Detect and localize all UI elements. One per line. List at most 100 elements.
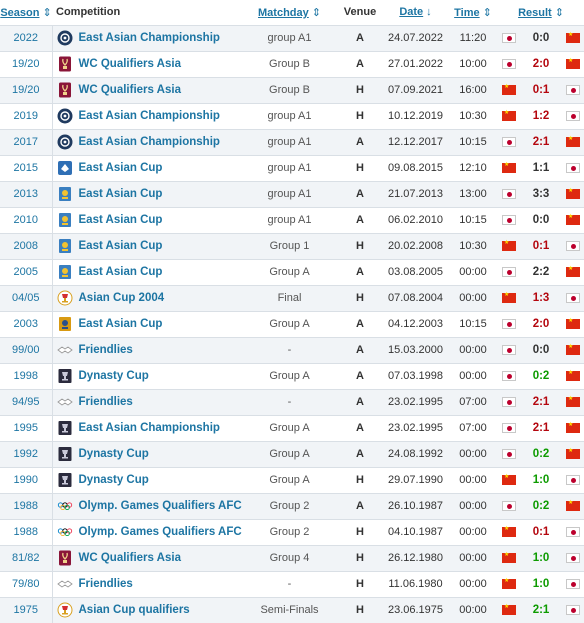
competition-link[interactable]: East Asian Championship <box>79 110 220 122</box>
match-result-link[interactable]: 1:3 <box>516 292 566 304</box>
competition-link[interactable]: Olymp. Games Qualifiers AFC <box>79 500 242 512</box>
competition-link[interactable]: East Asian Cup <box>79 188 163 200</box>
season-link[interactable]: 2005 <box>0 259 53 285</box>
season-link[interactable]: 1995 <box>0 415 53 441</box>
season-link[interactable]: 2015 <box>0 155 53 181</box>
competition-link[interactable]: WC Qualifiers Asia <box>79 84 181 96</box>
season-link[interactable]: 99/00 <box>0 337 53 363</box>
season-link[interactable]: 94/95 <box>0 389 53 415</box>
table-row[interactable]: 2005 East Asian Cup Group A A 03.08.2005 00:0… <box>0 259 584 285</box>
competition-link[interactable]: East Asian Cup <box>79 240 163 252</box>
table-row[interactable]: 2008 East Asian Cup Group 1 H 20.02.2008 10:3… <box>0 233 584 259</box>
match-result-link[interactable]: 0:0 <box>516 32 566 44</box>
venue-cell: A <box>356 214 364 226</box>
competition-link[interactable]: Friendlies <box>79 396 133 408</box>
match-result-link[interactable]: 0:1 <box>516 526 566 538</box>
season-link[interactable]: 2019 <box>0 103 53 129</box>
match-result-link[interactable]: 0:0 <box>516 344 566 356</box>
season-link[interactable]: 1998 <box>0 363 53 389</box>
match-result-link[interactable]: 0:2 <box>516 370 566 382</box>
table-row[interactable]: 2013 East Asian Cup group A1 A 21.07.2013 13:… <box>0 181 584 207</box>
result-column-header[interactable]: Result ⇕ <box>498 0 584 25</box>
competition-link[interactable]: Asian Cup 2004 <box>79 292 165 304</box>
competition-link[interactable]: East Asian Cup <box>79 214 163 226</box>
season-link[interactable]: 2010 <box>0 207 53 233</box>
match-result-link[interactable]: 1:0 <box>516 578 566 590</box>
match-result-link[interactable]: 0:1 <box>516 84 566 96</box>
table-row[interactable]: 2003 East Asian Cup Group A A 04.12.2003 10:1… <box>0 311 584 337</box>
matchday-column-header[interactable]: Matchday ⇕ <box>242 0 337 25</box>
season-link[interactable]: 1988 <box>0 493 53 519</box>
table-row[interactable]: 2019 East Asian Championship group A1 H 10.1… <box>0 103 584 129</box>
competition-link[interactable]: Dynasty Cup <box>79 370 149 382</box>
match-result-link[interactable]: 2:1 <box>516 604 566 616</box>
competition-link[interactable]: Friendlies <box>79 578 133 590</box>
season-column-header[interactable]: Season ⇕ <box>0 0 52 25</box>
season-link[interactable]: 2008 <box>0 233 53 259</box>
table-row[interactable]: 99/00 Friendlies - A 15.03.2000 00:00 0:0 <box>0 337 584 363</box>
season-link[interactable]: 79/80 <box>0 571 53 597</box>
season-link[interactable]: 1992 <box>0 441 53 467</box>
competition-link[interactable]: Dynasty Cup <box>79 474 149 486</box>
match-result-link[interactable]: 1:0 <box>516 474 566 486</box>
time-column-header[interactable]: Time ⇕ <box>448 0 498 25</box>
season-link[interactable]: 19/20 <box>0 51 53 77</box>
season-link[interactable]: 2003 <box>0 311 53 337</box>
competition-link[interactable]: East Asian Cup <box>79 266 163 278</box>
match-result-link[interactable]: 2:2 <box>516 266 566 278</box>
table-row[interactable]: 81/82 WC Qualifiers Asia Group 4 H 26.12.198… <box>0 545 584 571</box>
season-link[interactable]: 81/82 <box>0 545 53 571</box>
table-row[interactable]: 1995 East Asian Championship Group A A 23.02… <box>0 415 584 441</box>
match-result-link[interactable]: 2:1 <box>516 422 566 434</box>
date-cell: 23.02.1995 <box>387 422 444 434</box>
competition-link[interactable]: WC Qualifiers Asia <box>79 58 181 70</box>
competition-link[interactable]: Dynasty Cup <box>79 448 149 460</box>
competition-link[interactable]: East Asian Cup <box>79 162 163 174</box>
match-result-link[interactable]: 2:0 <box>516 318 566 330</box>
season-link[interactable]: 2017 <box>0 129 53 155</box>
table-row[interactable]: 1992 Dynasty Cup Group A A 24.08.1992 00:00 0:… <box>0 441 584 467</box>
table-row[interactable]: 2015 East Asian Cup group A1 H 09.08.2015 12:… <box>0 155 584 181</box>
match-result-link[interactable]: 3:3 <box>516 188 566 200</box>
match-result-link[interactable]: 1:0 <box>516 552 566 564</box>
table-row[interactable]: 19/20 WC Qualifiers Asia Group B H 07.09.202… <box>0 77 584 103</box>
competition-link[interactable]: East Asian Championship <box>79 422 220 434</box>
season-link[interactable]: 1975 <box>0 597 53 623</box>
table-row[interactable]: 1998 Dynasty Cup Group A A 07.03.1998 00:00 0:… <box>0 363 584 389</box>
match-result-link[interactable]: 0:2 <box>516 500 566 512</box>
table-row[interactable]: 1975 Asian Cup qualifiers Semi-Finals H 23.0… <box>0 597 584 623</box>
match-result-link[interactable]: 2:1 <box>516 136 566 148</box>
table-row[interactable]: 2022 East Asian Championship group A1 A 24.0… <box>0 25 584 51</box>
season-link[interactable]: 2022 <box>0 25 53 51</box>
match-result-link[interactable]: 0:1 <box>516 240 566 252</box>
table-row[interactable]: 1988 Olymp. Games Qualifiers AFC Group 2 A 2… <box>0 493 584 519</box>
match-result-link[interactable]: 2:1 <box>516 396 566 408</box>
match-result-link[interactable]: 0:2 <box>516 448 566 460</box>
season-link[interactable]: 1990 <box>0 467 53 493</box>
match-result-link[interactable]: 1:2 <box>516 110 566 122</box>
competition-link[interactable]: Friendlies <box>79 344 133 356</box>
competition-link[interactable]: WC Qualifiers Asia <box>79 552 181 564</box>
table-row[interactable]: 19/20 WC Qualifiers Asia Group B A 27.01.202… <box>0 51 584 77</box>
match-result-link[interactable]: 0:0 <box>516 214 566 226</box>
match-result-link[interactable]: 2:0 <box>516 58 566 70</box>
season-link[interactable]: 04/05 <box>0 285 53 311</box>
table-row[interactable]: 79/80 Friendlies - H 11.06.1980 00:00 1:0 <box>0 571 584 597</box>
table-row[interactable]: 1988 Olymp. Games Qualifiers AFC Group 2 H 0… <box>0 519 584 545</box>
competition-link[interactable]: East Asian Cup <box>79 318 163 330</box>
table-row[interactable]: 2017 East Asian Championship group A1 A 12.1… <box>0 129 584 155</box>
table-row[interactable]: 2010 East Asian Cup group A1 A 06.02.2010 10:… <box>0 207 584 233</box>
date-column-header[interactable]: Date ↓ <box>383 0 448 25</box>
competition-link[interactable]: Asian Cup qualifiers <box>79 604 190 616</box>
table-row[interactable]: 94/95 Friendlies - A 23.02.1995 07:00 2:1 <box>0 389 584 415</box>
season-link[interactable]: 1988 <box>0 519 53 545</box>
competition-link[interactable]: East Asian Championship <box>79 32 220 44</box>
competition-link[interactable]: East Asian Championship <box>79 136 220 148</box>
season-link[interactable]: 2013 <box>0 181 53 207</box>
competition-link[interactable]: Olymp. Games Qualifiers AFC <box>79 526 242 538</box>
match-result-link[interactable]: 1:1 <box>516 162 566 174</box>
season-link[interactable]: 19/20 <box>0 77 53 103</box>
table-row[interactable]: 04/05 Asian Cup 2004 Final H 07.08.2004 00:00… <box>0 285 584 311</box>
table-row[interactable]: 1990 Dynasty Cup Group A H 29.07.1990 00:00 1:… <box>0 467 584 493</box>
japan-flag-icon <box>502 59 516 69</box>
